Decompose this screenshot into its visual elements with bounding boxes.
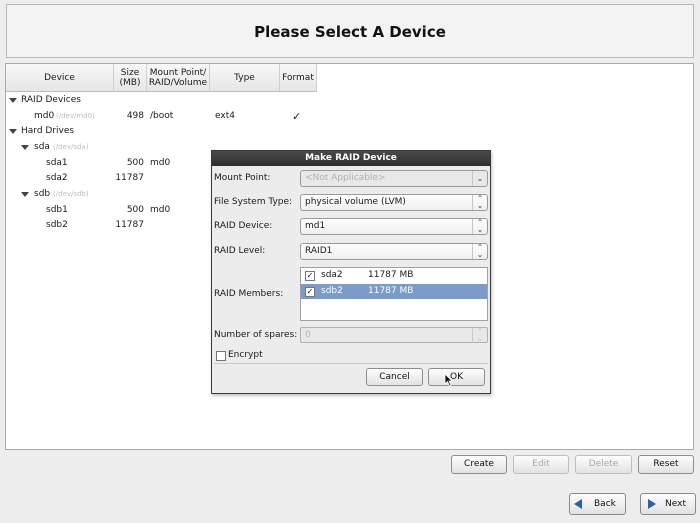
encrypt-checkbox[interactable] <box>216 351 226 361</box>
fs-type-label: File System Type: <box>214 197 293 207</box>
column-device[interactable]: Device <box>6 64 114 91</box>
updown-arrows-icon: ⌃ ⌄ <box>472 195 487 210</box>
list-item[interactable]: ✓ sdb2 11787 MB <box>301 284 487 299</box>
mouse-cursor-icon <box>444 373 453 387</box>
table-row-hard-drives[interactable]: Hard Drives <box>6 124 306 139</box>
raid-members-list[interactable]: ✓ sda2 11787 MB ✓ sdb2 11787 MB <box>300 267 488 321</box>
spares-spinbox: 0 ⌃ ⌄ <box>300 327 488 343</box>
cancel-button[interactable]: Cancel <box>366 368 423 386</box>
column-mount-point[interactable]: Mount Point/RAID/Volume <box>147 64 210 91</box>
fs-type-select[interactable]: physical volume (LVM) ⌃ ⌄ <box>300 194 488 211</box>
page-header: Please Select A Device <box>6 4 694 58</box>
make-raid-device-dialog: Make RAID Device Mount Point: <Not Appli… <box>211 150 491 394</box>
delete-button[interactable]: Delete <box>575 455 632 474</box>
dialog-title: Make RAID Device <box>212 151 490 166</box>
reset-button[interactable]: Reset <box>638 455 694 474</box>
raid-level-select[interactable]: RAID1 ⌃ ⌄ <box>300 243 488 260</box>
dialog-divider <box>214 363 488 364</box>
next-button[interactable]: Next <box>640 493 696 515</box>
updown-arrows-icon: ⌃ ⌄ <box>472 219 487 234</box>
next-arrow-icon <box>648 499 656 509</box>
expander-icon[interactable] <box>21 145 29 150</box>
column-size[interactable]: Size (MB) <box>114 64 147 91</box>
ok-button[interactable]: OK <box>428 368 485 386</box>
table-row-raid-devices[interactable]: RAID Devices <box>6 93 306 108</box>
mount-point-label: Mount Point: <box>214 173 271 183</box>
list-item[interactable]: ✓ sda2 11787 MB <box>301 268 487 283</box>
create-button[interactable]: Create <box>451 455 507 474</box>
member-checkbox[interactable]: ✓ <box>305 287 315 297</box>
back-button[interactable]: Back <box>569 493 626 515</box>
encrypt-label: Encrypt <box>228 350 263 360</box>
back-arrow-icon <box>574 499 582 509</box>
raid-device-select[interactable]: md1 ⌃ ⌄ <box>300 218 488 235</box>
edit-button[interactable]: Edit <box>513 455 569 474</box>
raid-members-label: RAID Members: <box>214 289 284 299</box>
table-row-md0[interactable]: md0 (/dev/md0) 498 /boot ext4 ✓ <box>6 109 306 124</box>
format-check-icon: ✓ <box>292 110 302 123</box>
column-format[interactable]: Format <box>280 64 317 91</box>
spares-label: Number of spares: <box>214 330 298 340</box>
expander-icon[interactable] <box>21 192 29 197</box>
expander-icon[interactable] <box>9 129 17 134</box>
raid-device-label: RAID Device: <box>214 221 273 231</box>
spin-arrows-icon: ⌃ ⌄ <box>472 328 487 343</box>
raid-level-label: RAID Level: <box>214 246 266 256</box>
mount-point-combo: <Not Applicable> ⌄ <box>300 170 488 187</box>
member-checkbox[interactable]: ✓ <box>305 271 315 281</box>
updown-arrows-icon: ⌃ ⌄ <box>472 244 487 259</box>
column-type[interactable]: Type <box>210 64 280 91</box>
page-title: Please Select A Device <box>254 23 446 41</box>
expander-icon[interactable] <box>9 98 17 103</box>
table-header: Device Size (MB) Mount Point/RAID/Volume … <box>6 64 317 92</box>
chevron-down-icon: ⌄ <box>472 171 487 186</box>
